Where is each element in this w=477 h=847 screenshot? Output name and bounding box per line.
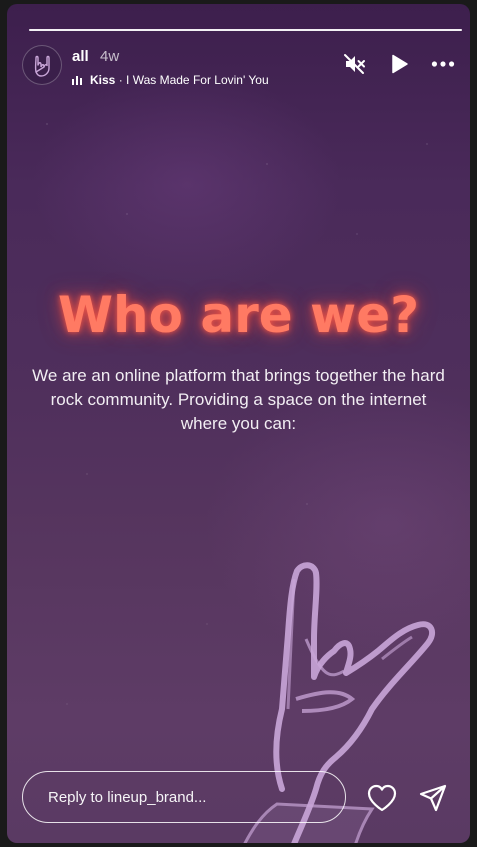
heart-icon <box>367 784 397 812</box>
username[interactable]: all <box>72 48 89 65</box>
like-button[interactable] <box>367 784 397 812</box>
music-track[interactable]: Kiss · I Was Made For Lovin' You <box>72 73 269 87</box>
music-artist: Kiss <box>90 73 116 87</box>
audio-bars-icon <box>72 75 82 85</box>
more-icon <box>431 61 455 67</box>
mute-button[interactable] <box>343 52 367 76</box>
play-icon <box>392 54 408 74</box>
story-title: Who are we? <box>57 286 420 344</box>
play-button[interactable] <box>387 52 411 76</box>
mute-icon <box>344 54 365 74</box>
story-viewer[interactable]: all 4w Kiss · I Was Made For Lovin' You <box>7 4 470 843</box>
more-options-button[interactable] <box>431 52 455 76</box>
story-progress-bar <box>29 29 462 31</box>
reply-input[interactable] <box>22 771 346 823</box>
music-separator: · <box>115 73 127 87</box>
rock-hand-logo-icon <box>34 55 50 77</box>
share-button[interactable] <box>419 784 447 812</box>
story-body-text: We are an online platform that brings to… <box>32 366 445 433</box>
story-reply-bar <box>22 771 462 827</box>
post-timestamp: 4w <box>100 48 120 65</box>
story-progress-fill <box>29 29 462 31</box>
music-track-title: I Was Made For Lovin' You <box>126 73 269 87</box>
story-header: all 4w Kiss · I Was Made For Lovin' You <box>22 44 455 88</box>
story-controls <box>343 52 455 76</box>
avatar[interactable] <box>22 45 62 85</box>
send-icon <box>419 784 447 812</box>
